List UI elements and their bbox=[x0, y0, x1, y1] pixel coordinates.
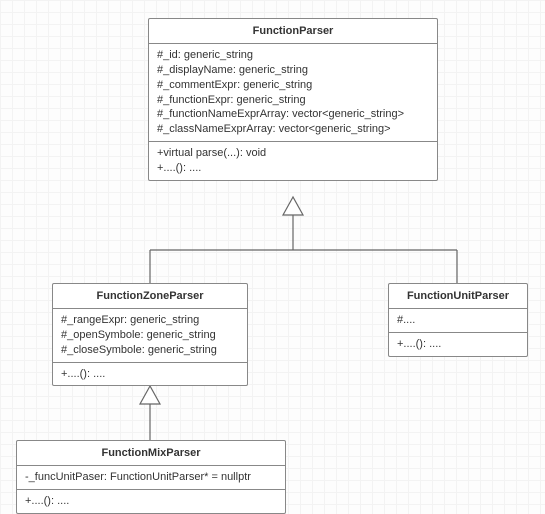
class-title: FunctionZoneParser bbox=[53, 284, 247, 309]
class-attributes: #.... bbox=[389, 309, 527, 333]
class-title: FunctionParser bbox=[149, 19, 437, 44]
class-operations: +....(): .... bbox=[17, 490, 285, 513]
class-attributes: #_rangeExpr: generic_string #_openSymbol… bbox=[53, 309, 247, 363]
class-title: FunctionUnitParser bbox=[389, 284, 527, 309]
class-function-mix-parser: FunctionMixParser -_funcUnitPaser: Funct… bbox=[16, 440, 286, 514]
class-function-zone-parser: FunctionZoneParser #_rangeExpr: generic_… bbox=[52, 283, 248, 386]
class-operations: +virtual parse(...): void +....(): .... bbox=[149, 142, 437, 180]
class-title: FunctionMixParser bbox=[17, 441, 285, 466]
class-attributes: #_id: generic_string #_displayName: gene… bbox=[149, 44, 437, 142]
class-attributes: -_funcUnitPaser: FunctionUnitParser* = n… bbox=[17, 466, 285, 490]
class-operations: +....(): .... bbox=[389, 333, 527, 356]
class-function-unit-parser: FunctionUnitParser #.... +....(): .... bbox=[388, 283, 528, 357]
class-function-parser: FunctionParser #_id: generic_string #_di… bbox=[148, 18, 438, 181]
class-operations: +....(): .... bbox=[53, 363, 247, 386]
